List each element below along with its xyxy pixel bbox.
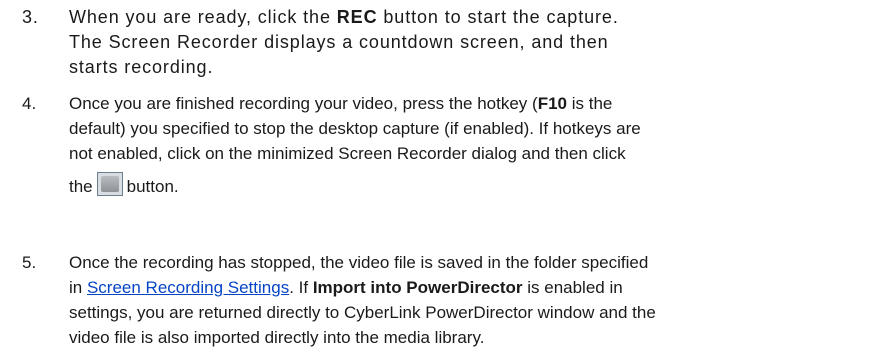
step-number: 3. — [22, 7, 39, 27]
step-number: 4. — [22, 94, 37, 113]
step-line: in Screen Recording Settings. If Import … — [69, 278, 623, 297]
hotkey-label: F10 — [537, 94, 567, 113]
step-body: Once the recording has stopped, the vide… — [69, 250, 869, 350]
step-line: Once the recording has stopped, the vide… — [69, 253, 649, 272]
step-line: When you are ready, click the REC button… — [69, 7, 619, 27]
step-body: Once you are finished recording your vid… — [69, 91, 869, 200]
step-number: 5. — [22, 253, 37, 272]
document-page: 3. When you are ready, click the REC but… — [0, 0, 885, 362]
step-line: starts recording. — [69, 57, 214, 77]
step-line: not enabled, click on the minimized Scre… — [69, 144, 626, 163]
import-option-label: Import into PowerDirector — [312, 278, 523, 297]
rec-button-label: REC — [336, 7, 378, 27]
screen-recording-settings-link[interactable]: Screen Recording Settings — [87, 278, 289, 297]
stop-square-icon — [100, 175, 119, 192]
step-line: default) you specified to stop the deskt… — [69, 119, 641, 138]
stop-record-button-icon — [96, 171, 123, 196]
step-line: video file is also imported directly int… — [69, 328, 485, 347]
step-line: The Screen Recorder displays a countdown… — [69, 32, 609, 52]
step-line: Once you are finished recording your vid… — [69, 94, 613, 113]
step-line: the button. — [69, 166, 869, 200]
step-body: When you are ready, click the REC button… — [69, 5, 869, 80]
step-line: settings, you are returned directly to C… — [69, 303, 656, 322]
